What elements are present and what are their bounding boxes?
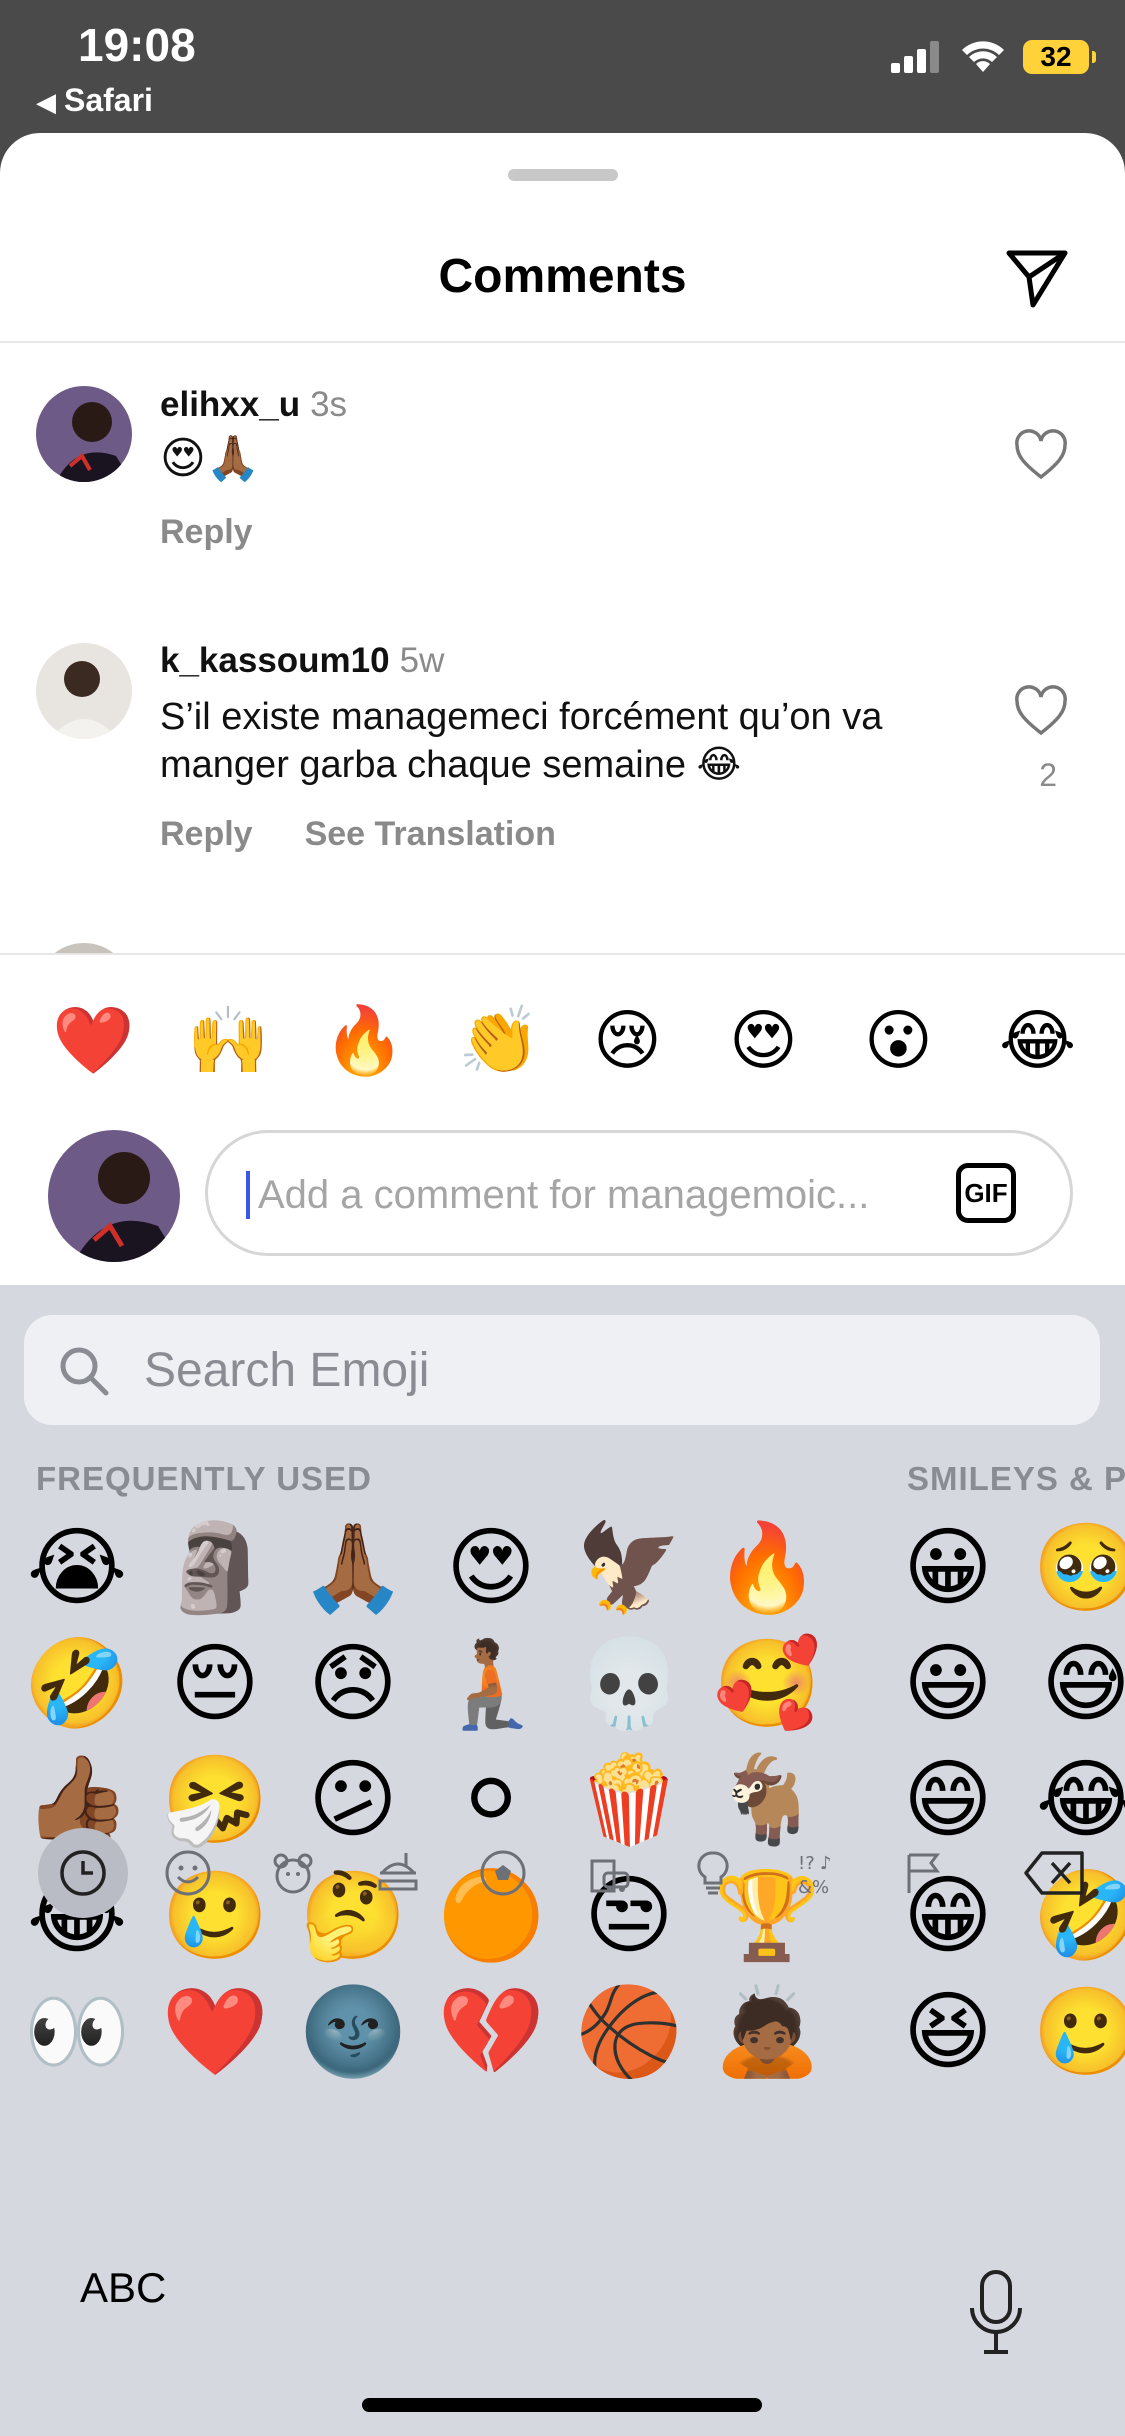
animals-icon — [273, 1853, 313, 1894]
emoji-key[interactable]: 🥰 — [712, 1634, 822, 1734]
quick-reaction[interactable]: ❤️ — [52, 1005, 134, 1075]
comment-input[interactable]: Add a comment for managemoic... GIF — [205, 1130, 1073, 1256]
svg-text:♪: ♪ — [820, 1853, 832, 1874]
quick-reaction[interactable]: 😍 — [729, 1005, 798, 1075]
category-activity[interactable] — [458, 1828, 548, 1918]
status-time: 19:08 — [78, 19, 196, 71]
travel-icon — [590, 1859, 630, 1893]
status-bar: 19:08 ◀ Safari 32 — [0, 0, 1125, 135]
reply-button[interactable]: Reply — [160, 815, 253, 853]
status-icons: 32 — [891, 40, 1096, 74]
emoji-search-placeholder: Search Emoji — [144, 1344, 430, 1397]
comment-composer: ❤️ 🙌 🔥 👏 😢 😍 😮 😂 Add a comment for manag… — [0, 953, 1125, 1287]
cellular-signal-icon — [891, 41, 939, 73]
comment-username[interactable]: k_kassoum10 5w — [160, 641, 444, 681]
symbols-icon: !? ♪ &% — [798, 1853, 832, 1898]
quick-reaction[interactable]: 😮 — [864, 1005, 933, 1075]
comment-placeholder: Add a comment for managemoic... — [258, 1173, 870, 1217]
emoji-key[interactable]: 😔 — [160, 1634, 270, 1734]
section-smileys: SMILEYS & P — [907, 1460, 1125, 1497]
svg-text:!?: !? — [798, 1853, 815, 1874]
emoji-key[interactable]: ❤️ — [160, 1982, 270, 2082]
sheet-title: Comments — [438, 250, 687, 303]
emoji-key[interactable]: 😅 — [1031, 1634, 1125, 1734]
category-smileys[interactable] — [143, 1828, 233, 1918]
sheet-grabber[interactable] — [508, 169, 618, 181]
delete-key[interactable] — [1010, 1828, 1100, 1918]
emoji-key[interactable]: 🤣 — [22, 1634, 132, 1734]
emoji-key[interactable]: 🙇🏾 — [712, 1982, 822, 2082]
abc-key[interactable]: ABC — [80, 2264, 166, 2312]
flags-icon — [907, 1853, 940, 1893]
category-food[interactable] — [353, 1828, 443, 1918]
header-divider — [0, 341, 1125, 343]
back-app-label: Safari — [64, 82, 153, 118]
reply-button[interactable]: Reply — [160, 513, 253, 551]
battery-level: 32 — [1040, 41, 1072, 72]
emoji-key[interactable]: 🧎🏾 — [436, 1634, 546, 1734]
emoji-key[interactable]: 🥹 — [1031, 1518, 1125, 1618]
recent-icon — [60, 1850, 106, 1896]
objects-icon — [697, 1851, 729, 1895]
emoji-key[interactable]: 😆 — [893, 1982, 1003, 2082]
battery-indicator: 32 — [1023, 40, 1096, 74]
share-send-icon[interactable] — [1001, 241, 1073, 313]
like-count: 2 — [1039, 757, 1057, 793]
emoji-key[interactable]: 😃 — [893, 1634, 1003, 1734]
svg-text:&%: &% — [798, 1877, 829, 1898]
comment-time: 3s — [310, 385, 348, 424]
category-objects[interactable] — [668, 1828, 758, 1918]
emoji-key[interactable]: 🏀 — [574, 1982, 684, 2082]
back-to-safari[interactable]: ◀ Safari — [36, 82, 153, 119]
comment-text: 😍🙏🏾 — [160, 434, 261, 483]
emoji-key[interactable]: 😍 — [436, 1518, 546, 1618]
category-symbols[interactable]: !? ♪ &% — [773, 1828, 863, 1918]
text-caret — [246, 1171, 250, 1219]
emoji-key[interactable]: 🔥 — [712, 1518, 822, 1618]
emoji-key[interactable]: 😞 — [298, 1634, 408, 1734]
smileys-icon — [165, 1850, 211, 1896]
avatar[interactable] — [36, 643, 132, 739]
emoji-search-field[interactable]: Search Emoji — [24, 1315, 1100, 1425]
emoji-key[interactable]: 🗿 — [160, 1518, 270, 1618]
comment-time: 5w — [399, 641, 445, 680]
emoji-key[interactable]: 🦅 — [574, 1518, 684, 1618]
gif-button[interactable]: GIF — [956, 1163, 1016, 1223]
quick-reaction[interactable]: 👏 — [458, 1005, 540, 1075]
section-frequently-used: FREQUENTLY USED — [36, 1460, 372, 1497]
comment-actions: Reply — [160, 513, 305, 552]
like-heart-icon[interactable] — [1013, 429, 1069, 481]
quick-reaction[interactable]: 😂 — [999, 1005, 1076, 1075]
quick-reaction[interactable]: 🙌 — [187, 1005, 269, 1075]
comment-actions: Reply See Translation — [160, 815, 608, 854]
emoji-key[interactable]: 😀 — [893, 1518, 1003, 1618]
like-heart-icon[interactable] — [1013, 685, 1069, 737]
wifi-icon — [962, 41, 1004, 72]
avatar[interactable] — [36, 386, 132, 482]
category-animals[interactable] — [248, 1828, 338, 1918]
microphone-icon[interactable] — [966, 2268, 1026, 2358]
category-flags[interactable] — [878, 1828, 968, 1918]
food-icon — [378, 1853, 418, 1891]
delete-icon — [1024, 1851, 1084, 1895]
activity-icon — [480, 1850, 526, 1896]
home-indicator[interactable] — [362, 2398, 762, 2412]
see-translation-button[interactable]: See Translation — [305, 815, 556, 853]
emoji-key[interactable]: 💀 — [574, 1634, 684, 1734]
search-icon — [60, 1347, 109, 1396]
comment-text: S’il existe managemeci forcément qu’on v… — [160, 696, 883, 786]
category-travel[interactable] — [563, 1828, 653, 1918]
category-recent[interactable] — [38, 1828, 128, 1918]
emoji-key[interactable]: 💔 — [436, 1982, 546, 2082]
emoji-key[interactable]: 🙏🏾 — [298, 1518, 408, 1618]
quick-reaction[interactable]: 🔥 — [323, 1005, 405, 1075]
emoji-key[interactable]: 🌚 — [298, 1982, 408, 2082]
my-avatar — [48, 1130, 180, 1262]
emoji-key[interactable]: 👀 — [22, 1982, 132, 2082]
back-triangle-icon: ◀ — [36, 87, 56, 117]
emoji-key[interactable]: 😭 — [22, 1518, 132, 1618]
comment-username[interactable]: elihxx_u 3s — [160, 385, 347, 425]
emoji-key[interactable]: 🥲 — [1031, 1982, 1125, 2082]
quick-reaction[interactable]: 😢 — [593, 1005, 662, 1075]
